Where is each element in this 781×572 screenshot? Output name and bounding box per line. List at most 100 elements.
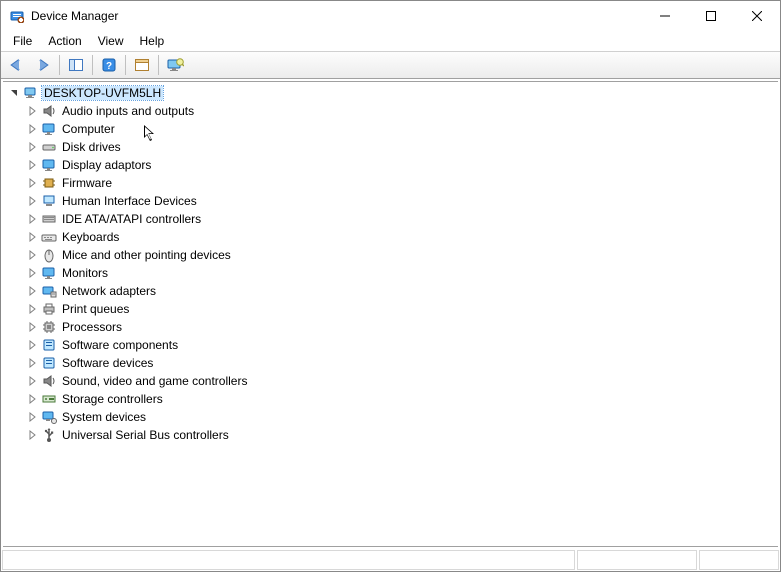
status-pane-3 [699,550,779,570]
mouse-icon [41,247,57,263]
expand-collapse-icon[interactable] [25,158,39,172]
hid-icon [41,193,57,209]
expand-collapse-icon[interactable] [25,230,39,244]
tree-node-label: Human Interface Devices [60,194,199,208]
tree-node-label: Software devices [60,356,155,370]
expand-collapse-icon[interactable] [25,122,39,136]
menu-file[interactable]: File [5,32,40,50]
expand-collapse-icon[interactable] [25,140,39,154]
tree-node[interactable]: IDE ATA/ATAPI controllers [7,210,778,228]
window-controls [642,1,780,31]
expand-collapse-icon[interactable] [25,248,39,262]
expand-collapse-icon[interactable] [25,356,39,370]
tree-node[interactable]: Storage controllers [7,390,778,408]
tree-root[interactable]: DESKTOP-UVFM5LH [7,84,778,102]
close-button[interactable] [734,1,780,31]
expand-collapse-icon[interactable] [25,374,39,388]
tree-node-label: Audio inputs and outputs [60,104,196,118]
tree-node[interactable]: Audio inputs and outputs [7,102,778,120]
expand-collapse-icon[interactable] [25,338,39,352]
expand-collapse-icon[interactable] [25,212,39,226]
status-pane-main [2,550,575,570]
expand-collapse-icon[interactable] [7,86,21,100]
svg-text:?: ? [106,61,112,72]
system-icon [41,409,57,425]
menu-action[interactable]: Action [40,32,89,50]
tree-node-label: Keyboards [60,230,121,244]
device-tree-pane[interactable]: DESKTOP-UVFM5LH Audio inputs and outputs C… [3,81,778,547]
show-hide-tree-button[interactable] [64,54,88,76]
tree-node[interactable]: Sound, video and game controllers [7,372,778,390]
toolbar-separator [158,55,159,75]
tree-node[interactable]: Keyboards [7,228,778,246]
expand-collapse-icon[interactable] [25,194,39,208]
expand-collapse-icon[interactable] [25,392,39,406]
printer-icon [41,301,57,317]
minimize-button[interactable] [642,1,688,31]
menu-help[interactable]: Help [132,32,173,50]
tree-node-label: Network adapters [60,284,158,298]
tree-node[interactable]: Display adaptors [7,156,778,174]
tree-node-label: Monitors [60,266,110,280]
app-icon [9,8,25,24]
maximize-button[interactable] [688,1,734,31]
usb-icon [41,427,57,443]
tree-node[interactable]: Mice and other pointing devices [7,246,778,264]
monitor-icon [41,265,57,281]
speaker-icon [41,373,57,389]
tree-node-label: Firmware [60,176,114,190]
storage-icon [41,391,57,407]
cpu-icon [41,319,57,335]
computer-icon [23,85,39,101]
menu-view[interactable]: View [90,32,132,50]
keyboard-icon [41,229,57,245]
tree-node[interactable]: System devices [7,408,778,426]
titlebar: Device Manager [1,1,780,31]
expand-collapse-icon[interactable] [25,410,39,424]
expand-collapse-icon[interactable] [25,104,39,118]
tree-node[interactable]: Computer [7,120,778,138]
back-button[interactable] [5,54,29,76]
tree-root-label: DESKTOP-UVFM5LH [42,86,163,100]
tree-node-label: System devices [60,410,148,424]
tree-node[interactable]: Monitors [7,264,778,282]
ide-icon [41,211,57,227]
menubar: File Action View Help [1,31,780,51]
toolbar: ? [1,51,780,79]
software-icon [41,337,57,353]
tree-node[interactable]: Print queues [7,300,778,318]
tree-node-label: Disk drives [60,140,123,154]
tree-node-label: Computer [60,122,117,136]
tree-node-label: Storage controllers [60,392,165,406]
expand-collapse-icon[interactable] [25,176,39,190]
expand-collapse-icon[interactable] [25,266,39,280]
tree-node[interactable]: Network adapters [7,282,778,300]
monitor-icon [41,157,57,173]
toolbar-separator [125,55,126,75]
network-icon [41,283,57,299]
tree-node-label: IDE ATA/ATAPI controllers [60,212,203,226]
tree-node[interactable]: Firmware [7,174,778,192]
tree-node-label: Print queues [60,302,131,316]
toolbar-separator [59,55,60,75]
speaker-icon [41,103,57,119]
expand-collapse-icon[interactable] [25,302,39,316]
forward-button[interactable] [31,54,55,76]
chip-icon [41,175,57,191]
tree-node[interactable]: Software components [7,336,778,354]
status-pane-2 [577,550,697,570]
expand-collapse-icon[interactable] [25,320,39,334]
help-button[interactable]: ? [97,54,121,76]
scan-hardware-button[interactable] [163,54,187,76]
tree-node[interactable]: Software devices [7,354,778,372]
expand-collapse-icon[interactable] [25,284,39,298]
tree-node-label: Universal Serial Bus controllers [60,428,231,442]
toolbar-separator [92,55,93,75]
tree-node[interactable]: Processors [7,318,778,336]
expand-collapse-icon[interactable] [25,428,39,442]
tree-node[interactable]: Universal Serial Bus controllers [7,426,778,444]
drive-icon [41,139,57,155]
properties-button[interactable] [130,54,154,76]
tree-node[interactable]: Human Interface Devices [7,192,778,210]
tree-node[interactable]: Disk drives [7,138,778,156]
